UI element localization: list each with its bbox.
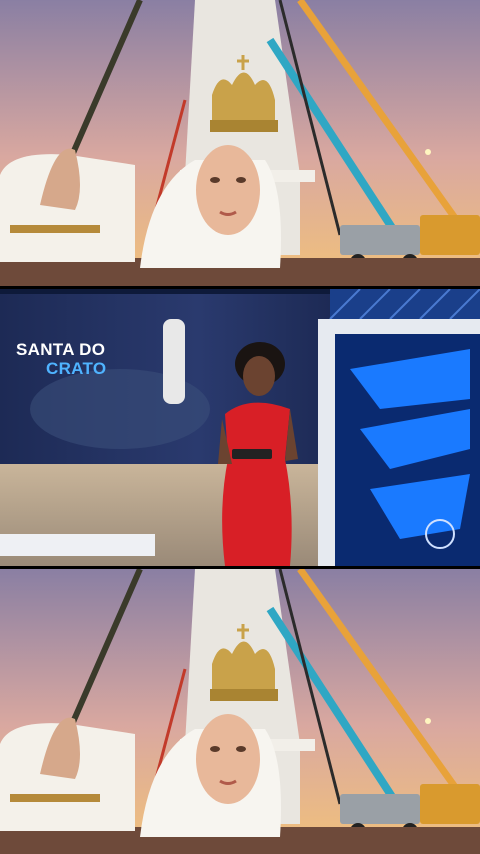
caption-line-2: CRATO bbox=[46, 359, 107, 378]
construction-photo-top bbox=[0, 0, 480, 286]
statue-face bbox=[196, 714, 260, 804]
crane-truck bbox=[340, 225, 420, 255]
construction-scene bbox=[0, 0, 480, 286]
news-studio-frame: SANTA DO CRATO bbox=[0, 289, 480, 566]
crane-truck bbox=[340, 794, 420, 824]
caption-line-1: SANTA DO bbox=[16, 340, 106, 359]
statue-silhouette bbox=[163, 319, 185, 404]
construction-scene bbox=[0, 569, 480, 854]
studio-caption: SANTA DO CRATO bbox=[16, 341, 106, 377]
studio-scene bbox=[0, 289, 480, 566]
crane-truck-orange bbox=[420, 215, 480, 255]
presenter-face bbox=[243, 356, 275, 396]
studio-desk bbox=[0, 534, 155, 556]
construction-photo-bottom bbox=[0, 569, 480, 854]
statue-face bbox=[196, 145, 260, 235]
presenter-tablet bbox=[232, 449, 272, 459]
presenter-red-dress bbox=[222, 402, 292, 566]
crane-truck-orange bbox=[420, 784, 480, 824]
